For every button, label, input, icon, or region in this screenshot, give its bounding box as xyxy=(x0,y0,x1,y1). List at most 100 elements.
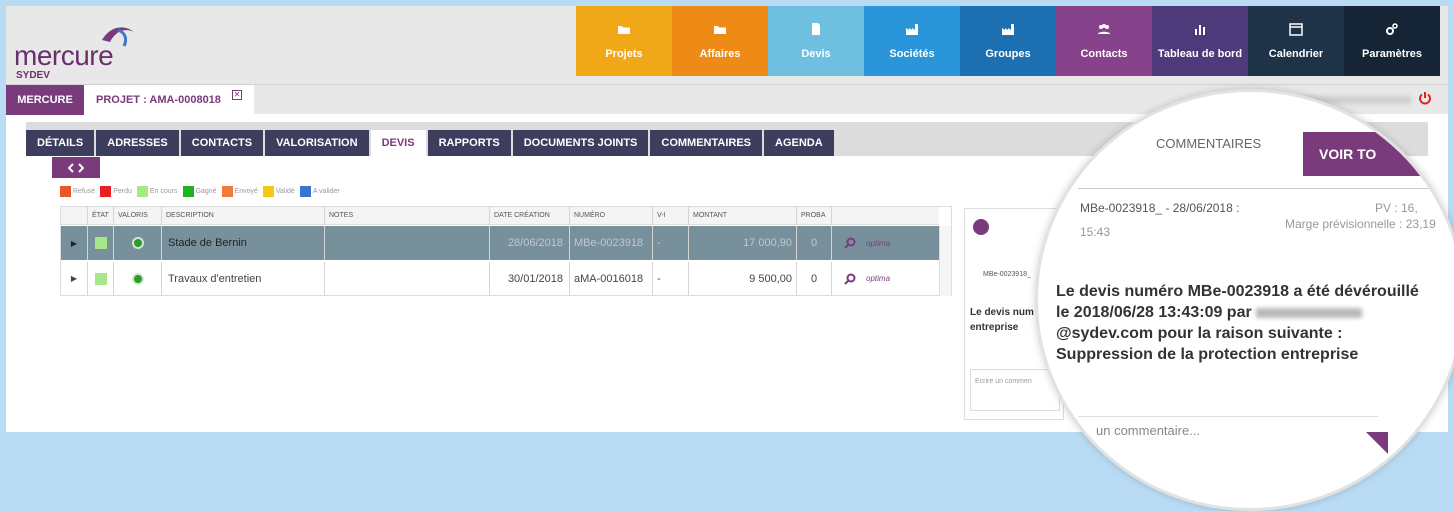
cell-notes xyxy=(325,262,490,295)
nav-calendrier[interactable]: Calendrier xyxy=(1248,6,1344,76)
nav-param-tres[interactable]: Paramètres xyxy=(1344,6,1440,76)
nav-label: Tableau de bord xyxy=(1157,48,1243,60)
close-icon[interactable]: ✕ xyxy=(232,90,242,100)
refresh-button[interactable] xyxy=(52,157,100,178)
col-valoris[interactable]: VALORIS xyxy=(114,207,162,224)
legend-item: En cours xyxy=(136,186,178,197)
nav-label: Calendrier xyxy=(1268,48,1324,60)
legend-label: Refusé xyxy=(73,188,96,195)
nav-soci-t-s[interactable]: Sociétés xyxy=(864,6,960,76)
tab-devis[interactable]: DEVIS xyxy=(370,130,426,156)
nav-contacts[interactable]: Contacts xyxy=(1056,6,1152,76)
col-date[interactable]: DATE CRÉATION xyxy=(490,207,570,224)
cell-valoris xyxy=(114,262,162,295)
search-icon[interactable] xyxy=(844,237,856,249)
magnifier-zoom: COMMENTAIRES VOIR TO MBe-0023918_ - 28/0… xyxy=(1035,89,1454,511)
table-row[interactable]: ▶ Stade de Bernin 28/06/2018 MBe-0023918-17… xyxy=(61,226,939,260)
legend-swatch xyxy=(60,186,71,197)
optima-link[interactable]: optima xyxy=(866,274,890,283)
legend-label: Gagné xyxy=(195,188,217,195)
tab-valorisation[interactable]: VALORISATION xyxy=(265,130,369,156)
tab-rapports[interactable]: RAPPORTS xyxy=(427,130,511,156)
cell-numero: MBe-0023918 xyxy=(570,226,653,260)
comment-input[interactable]: un commentaire... xyxy=(1078,416,1378,472)
cell-v: - xyxy=(653,262,689,295)
optima-link[interactable]: optima xyxy=(866,239,890,248)
legend-item: Gagné xyxy=(182,186,217,197)
voir-tout-button[interactable]: VOIR TO xyxy=(1303,132,1453,176)
col-v[interactable]: V-I xyxy=(653,207,689,224)
gears-icon xyxy=(1385,22,1399,36)
valoris-indicator xyxy=(131,272,144,285)
project-tab[interactable]: PROJET : AMA-0008018 xyxy=(84,85,254,115)
folder-icon xyxy=(713,22,727,36)
nav-groupes[interactable]: Groupes xyxy=(960,6,1056,76)
col-numero[interactable]: NUMÉRO xyxy=(570,207,653,224)
expand-cell[interactable]: ▶ xyxy=(61,262,88,295)
cell-etat xyxy=(88,226,114,260)
devis-table: ÉTAT VALORIS DESCRIPTION NOTES DATE CRÉA… xyxy=(60,206,952,296)
comments-title: COMMENTAIRES xyxy=(1156,136,1262,151)
tab-agenda[interactable]: AGENDA xyxy=(764,130,834,156)
cell-valoris xyxy=(114,226,162,260)
expand-arrow-icon[interactable]: ▶ xyxy=(71,274,77,283)
col-description[interactable]: DESCRIPTION xyxy=(162,207,325,224)
cell-date: 28/06/2018 xyxy=(490,226,570,260)
cell-montant: 9 500,00 xyxy=(689,262,797,295)
legend-item: Perdu xyxy=(100,186,132,197)
nav-projets[interactable]: Projets xyxy=(576,6,672,76)
search-icon[interactable] xyxy=(844,273,856,285)
chart-icon xyxy=(1193,22,1207,36)
send-icon[interactable] xyxy=(1366,432,1388,454)
legend-label: En cours xyxy=(149,188,178,195)
legend-item: Validé xyxy=(262,186,295,197)
calendar-icon xyxy=(1289,22,1303,36)
col-notes[interactable]: NOTES xyxy=(325,207,490,224)
cell-proba: 0 xyxy=(797,226,832,260)
project-tab-label: PROJET : AMA-0008018 xyxy=(96,94,221,106)
email-blurred xyxy=(1256,307,1363,318)
legend-label: Envoyé xyxy=(234,188,258,195)
cell-numero: aMA-0016018 xyxy=(570,262,653,295)
legend-swatch xyxy=(221,186,233,197)
comment-time: 15:43 xyxy=(1080,225,1111,239)
power-icon[interactable] xyxy=(1418,91,1432,105)
cell-etat xyxy=(88,262,114,295)
col-proba[interactable]: PROBA xyxy=(797,207,832,224)
legend-item: A valider xyxy=(299,186,340,197)
nav-devis[interactable]: Devis xyxy=(768,6,864,76)
nav-tableau-de-bord[interactable]: Tableau de bord xyxy=(1152,6,1248,76)
cell-notes xyxy=(325,226,490,260)
expand-arrow-icon[interactable]: ▶ xyxy=(71,239,77,248)
valoris-indicator xyxy=(131,237,144,249)
panel-comment-input[interactable]: Ecrire un commen xyxy=(970,369,1060,411)
mercure-tab[interactable]: MERCURE xyxy=(6,85,84,115)
tab-contacts[interactable]: CONTACTS xyxy=(180,130,264,156)
col-montant[interactable]: MONTANT xyxy=(689,207,797,224)
cell-date: 30/01/2018 xyxy=(490,262,570,295)
comment-ref: MBe-0023918_ - 28/06/2018 : xyxy=(1080,201,1240,215)
tab-documents-joints[interactable]: DOCUMENTS JOINTS xyxy=(512,130,649,156)
legend-item: Refusé xyxy=(60,186,95,197)
tab-commentaires[interactable]: COMMENTAIRES xyxy=(650,130,763,156)
nav-label: Sociétés xyxy=(889,48,935,60)
status-square xyxy=(94,237,107,249)
content-tabs: DÉTAILS ADRESSES CONTACTS VALORISATION DEVIS… xyxy=(26,130,834,156)
legend-swatch xyxy=(299,186,311,197)
status-legend: Refusé Perdu En cours Gagné Envoyé Validé A va… xyxy=(60,186,342,197)
cell-actions: optima xyxy=(832,226,939,260)
col-etat[interactable]: ÉTAT xyxy=(88,207,114,224)
cell-v: - xyxy=(653,226,689,260)
legend-item: Envoyé xyxy=(221,186,258,197)
table-scrollbar[interactable] xyxy=(939,226,951,296)
mercure-logo[interactable]: mercure SYDEV xyxy=(12,20,152,81)
table-row[interactable]: ▶ Travaux d'entretien 30/01/2018 aMA-001601… xyxy=(61,262,939,296)
tab-adresses[interactable]: ADRESSES xyxy=(96,130,179,156)
cell-proba: 0 xyxy=(797,262,832,295)
legend-label: Validé xyxy=(275,188,295,195)
nav-affaires[interactable]: Affaires xyxy=(672,6,768,76)
tab-d-tails[interactable]: DÉTAILS xyxy=(26,130,95,156)
expand-cell[interactable]: ▶ xyxy=(61,226,88,260)
panel-devis-id: MBe-0023918_ xyxy=(983,271,1031,278)
legend-swatch xyxy=(182,186,194,197)
